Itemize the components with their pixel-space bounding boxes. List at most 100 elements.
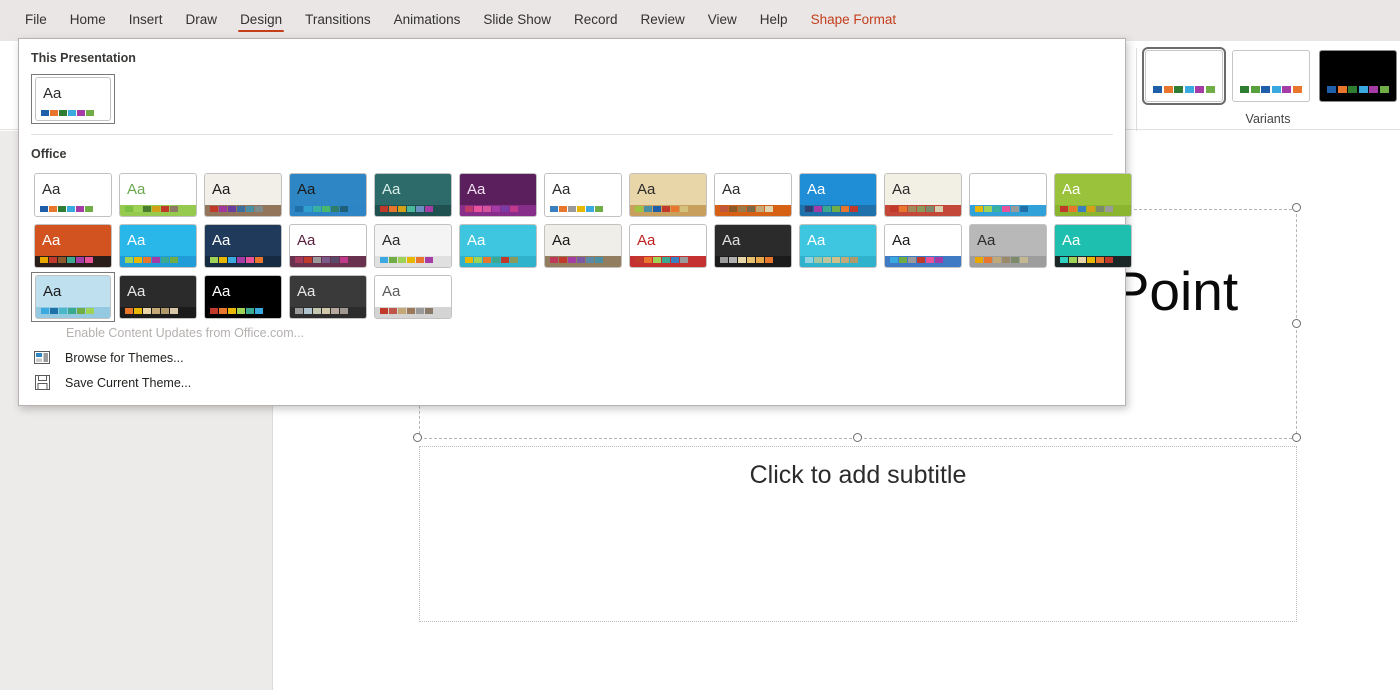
- ribbon-tab-review[interactable]: Review: [630, 9, 696, 32]
- theme-thumbnail[interactable]: Aa: [1051, 170, 1135, 220]
- theme-thumbnail[interactable]: Aa: [626, 170, 710, 220]
- theme-preview: Aa: [374, 224, 452, 268]
- theme-thumbnail[interactable]: Aa: [371, 221, 455, 271]
- theme-thumbnail[interactable]: Aa: [1051, 221, 1135, 271]
- color-swatch: [975, 257, 983, 263]
- theme-thumbnail[interactable]: Aa: [116, 170, 200, 220]
- color-swatch: [170, 206, 178, 212]
- color-swatch: [1358, 86, 1368, 93]
- color-swatch: [125, 257, 133, 263]
- theme-thumbnail[interactable]: Aa: [286, 221, 370, 271]
- color-swatch: [1020, 206, 1028, 212]
- theme-thumbnail[interactable]: Aa: [626, 221, 710, 271]
- theme-thumbnail[interactable]: Aa: [541, 170, 625, 220]
- theme-thumbnail[interactable]: Aa: [796, 221, 880, 271]
- office-themes-gallery[interactable]: Aa Aa Aa Aa Aa Aa Aa Aa Aa Aa Aa Aa Aa Aa Aa Aa Aa Aa Aa Aa…: [19, 161, 1132, 322]
- theme-thumbnail[interactable]: Aa: [711, 170, 795, 220]
- theme-thumbnail[interactable]: Aa: [881, 221, 965, 271]
- theme-thumbnail[interactable]: Aa: [116, 272, 200, 322]
- theme-thumbnail[interactable]: Aa: [31, 272, 115, 322]
- theme-thumbnail[interactable]: Aa: [286, 272, 370, 322]
- ribbon-tab-view[interactable]: View: [697, 9, 748, 32]
- theme-thumbnail[interactable]: Aa: [881, 170, 965, 220]
- ribbon-tab-shape-format[interactable]: Shape Format: [800, 9, 908, 32]
- ribbon-tab-insert[interactable]: Insert: [118, 9, 174, 32]
- theme-thumbnail[interactable]: Aa: [201, 272, 285, 322]
- theme-thumbnail[interactable]: Aa: [201, 170, 285, 220]
- theme-thumbnail[interactable]: Aa: [456, 170, 540, 220]
- color-swatch: [304, 206, 312, 212]
- ribbon-tab-home[interactable]: Home: [59, 9, 117, 32]
- theme-thumbnail[interactable]: Aa: [966, 170, 1050, 220]
- color-swatch: [50, 308, 58, 314]
- resize-handle-bottom-center[interactable]: [853, 433, 862, 442]
- theme-color-swatches: [41, 308, 94, 314]
- theme-font-sample: Aa: [1062, 181, 1081, 198]
- ribbon-tab-animations[interactable]: Animations: [383, 9, 472, 32]
- command-label: Browse for Themes...: [65, 350, 184, 365]
- color-swatch: [492, 257, 500, 263]
- variant-thumbnail[interactable]: [1142, 47, 1226, 105]
- theme-thumbnail[interactable]: Aa: [966, 221, 1050, 271]
- theme-thumbnail[interactable]: Aa: [31, 170, 115, 220]
- variant-thumbnail[interactable]: [1232, 50, 1310, 102]
- theme-thumbnail[interactable]: Aa: [31, 221, 115, 271]
- resize-handle-bottom-right[interactable]: [1292, 433, 1301, 442]
- this-presentation-gallery[interactable]: Aa: [19, 65, 1125, 124]
- ribbon-tab-draw[interactable]: Draw: [175, 9, 229, 32]
- theme-font-sample: Aa: [382, 283, 401, 300]
- color-swatch: [1011, 257, 1019, 263]
- color-swatch: [550, 206, 558, 212]
- resize-handle-middle-right[interactable]: [1292, 319, 1301, 328]
- theme-preview: Aa: [35, 275, 111, 319]
- theme-thumbnail[interactable]: Aa: [456, 221, 540, 271]
- resize-handle-top-right[interactable]: [1292, 203, 1301, 212]
- color-swatch: [161, 308, 169, 314]
- theme-preview: Aa: [714, 224, 792, 268]
- theme-preview: Aa: [34, 224, 112, 268]
- color-swatch: [492, 206, 500, 212]
- resize-handle-bottom-left[interactable]: [413, 433, 422, 442]
- theme-color-swatches: [41, 110, 94, 116]
- ribbon-tab-record[interactable]: Record: [563, 9, 629, 32]
- theme-preview: Aa: [119, 275, 197, 319]
- theme-font-sample: Aa: [212, 181, 231, 198]
- theme-preview: Aa: [969, 224, 1047, 268]
- theme-thumbnail[interactable]: Aa: [286, 170, 370, 220]
- theme-font-sample: Aa: [892, 181, 911, 198]
- color-swatch: [40, 257, 48, 263]
- color-swatch: [1205, 86, 1215, 93]
- ribbon-tab-label: Home: [69, 12, 106, 27]
- theme-thumbnail[interactable]: Aa: [371, 170, 455, 220]
- theme-color-swatches: [635, 257, 688, 263]
- color-swatch: [340, 206, 348, 212]
- subtitle-placeholder[interactable]: Click to add subtitle: [419, 446, 1297, 622]
- variants-gallery[interactable]: [1142, 47, 1397, 105]
- ribbon-tab-transitions[interactable]: Transitions: [294, 9, 382, 32]
- theme-thumbnail[interactable]: Aa: [201, 221, 285, 271]
- save-current-theme[interactable]: Save Current Theme...: [19, 370, 1125, 395]
- variant-thumbnail[interactable]: [1319, 50, 1397, 102]
- theme-preview: Aa: [289, 224, 367, 268]
- theme-thumbnail[interactable]: Aa: [541, 221, 625, 271]
- theme-thumbnail[interactable]: Aa: [31, 74, 115, 124]
- color-swatch: [152, 308, 160, 314]
- color-swatch: [59, 308, 67, 314]
- color-swatch: [58, 257, 66, 263]
- color-swatch: [295, 308, 303, 314]
- ribbon-tab-label: Review: [640, 12, 685, 27]
- theme-thumbnail[interactable]: Aa: [796, 170, 880, 220]
- ribbon-tab-file[interactable]: File: [14, 9, 58, 32]
- color-swatch: [720, 206, 728, 212]
- theme-thumbnail[interactable]: Aa: [711, 221, 795, 271]
- ribbon-tab-design[interactable]: Design: [229, 9, 293, 32]
- browse-for-themes[interactable]: Browse for Themes...: [19, 345, 1125, 370]
- theme-thumbnail[interactable]: Aa: [371, 272, 455, 322]
- color-swatch: [125, 308, 133, 314]
- theme-font-sample: Aa: [722, 181, 741, 198]
- ribbon-tab-help[interactable]: Help: [749, 9, 799, 32]
- ribbon-tab-slide-show[interactable]: Slide Show: [472, 9, 562, 32]
- color-swatch: [322, 308, 330, 314]
- color-swatch: [756, 257, 764, 263]
- theme-thumbnail[interactable]: Aa: [116, 221, 200, 271]
